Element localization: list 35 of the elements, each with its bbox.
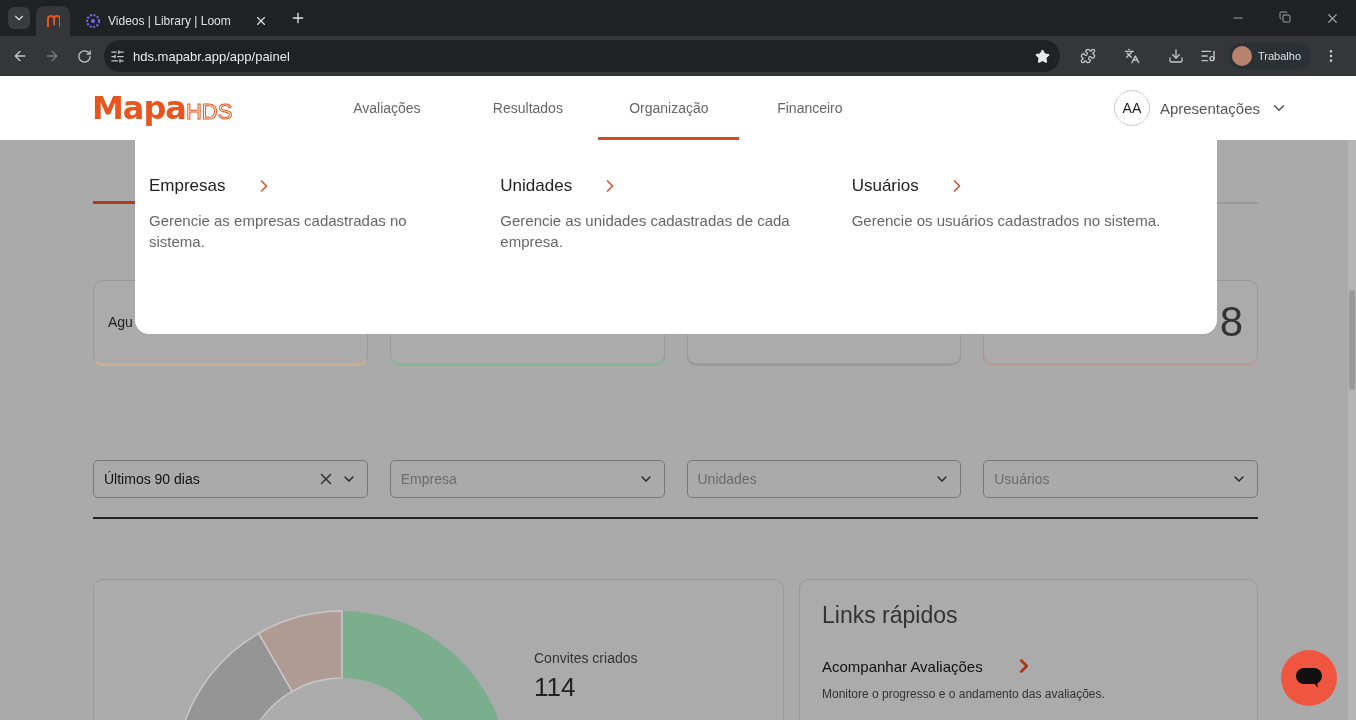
- profile-button[interactable]: Trabalho: [1228, 43, 1311, 69]
- summary-label: Convites criados: [534, 650, 638, 666]
- link-description: Monitore o progresso e o andamento das avaliações.: [822, 687, 1106, 701]
- menu-link[interactable]: Usuários: [851, 176, 919, 196]
- favicon-icon: [46, 14, 60, 28]
- card-title: Links rápidos: [822, 602, 959, 629]
- nav-tab[interactable]: Resultados: [457, 76, 599, 140]
- account-name: Apresentações: [1159, 99, 1260, 117]
- close-icon[interactable]: [254, 14, 268, 28]
- menu-description: Gerencie as empresas cadastradas no sistema.: [149, 211, 408, 252]
- quick-link[interactable]: Acompanhar Avaliações: [822, 657, 983, 675]
- menu-link[interactable]: Empresas: [149, 176, 226, 196]
- browser-tab[interactable]: [36, 6, 70, 36]
- bookmark-star-icon[interactable]: [1035, 48, 1050, 64]
- tab-search-button[interactable]: [8, 7, 30, 29]
- site-settings-icon[interactable]: [110, 48, 125, 64]
- logo: MapaHDS: [92, 89, 233, 127]
- scrollbar[interactable]: [1348, 140, 1356, 720]
- menu-description: Gerencie as unidades cadastradas de cada empresa.: [500, 211, 791, 252]
- avatar-icon: [1232, 46, 1252, 66]
- stat-value: 8: [1219, 298, 1243, 346]
- nav-tab[interactable]: Avaliações: [316, 76, 458, 140]
- chat-bubble-icon: [1295, 666, 1323, 690]
- chat-button[interactable]: [1281, 650, 1337, 706]
- stat-label: Agu: [108, 314, 133, 330]
- menu-link[interactable]: Unidades: [500, 176, 573, 196]
- new-tab-icon[interactable]: [290, 10, 306, 26]
- restore-icon[interactable]: [1279, 10, 1291, 23]
- favicon-icon: [86, 14, 100, 28]
- address-bar[interactable]: hds.mapabr.app/app/painel: [104, 40, 1060, 72]
- browser-tab[interactable]: Videos | Library | Loom: [76, 6, 278, 36]
- filter-dropdown[interactable]: Últimos 90 dias: [93, 460, 368, 498]
- summary-value: 114: [534, 672, 577, 703]
- menu-description: Gerencie os usuários cadastrados no sistema.: [851, 211, 1162, 231]
- nav-tab[interactable]: Financeiro: [739, 76, 881, 140]
